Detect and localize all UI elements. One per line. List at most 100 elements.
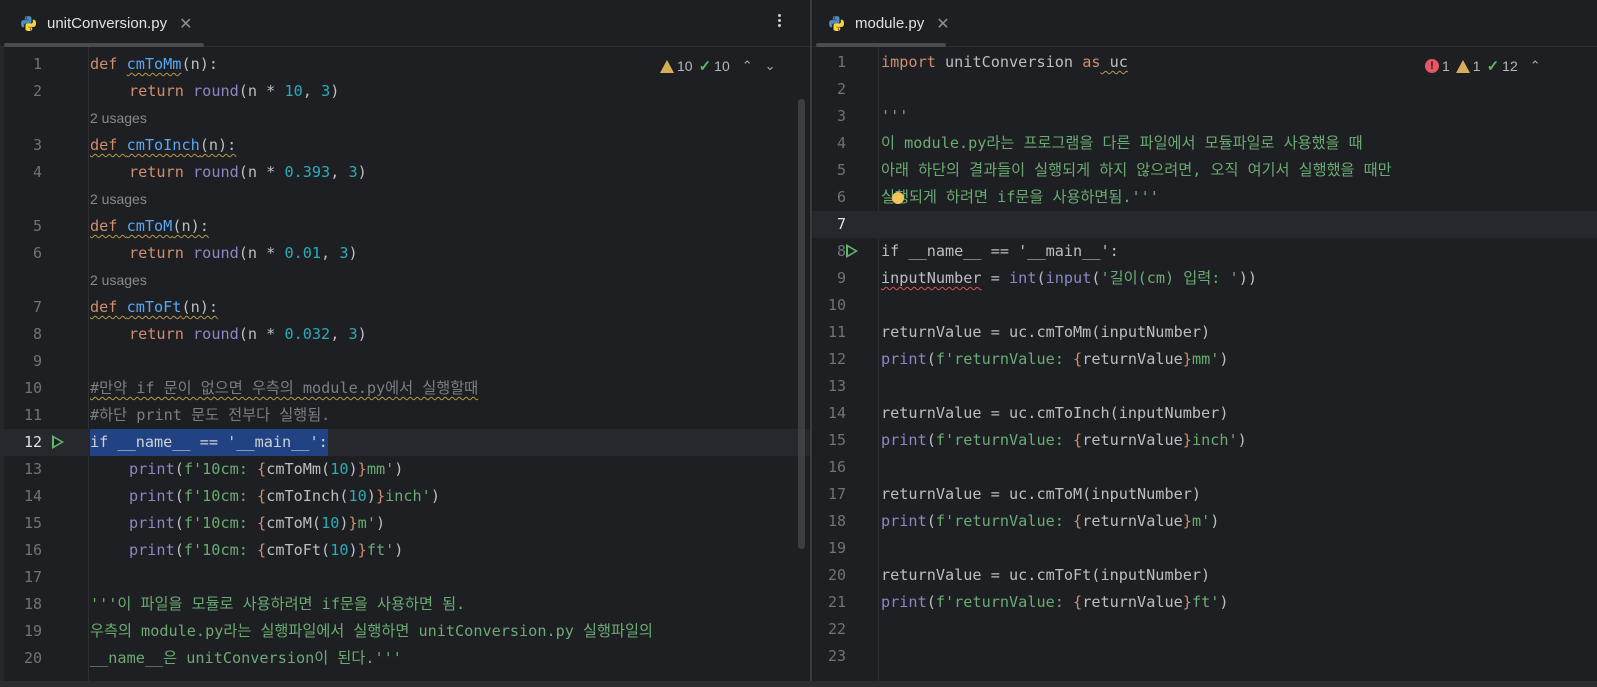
line-number: 2 <box>836 80 846 98</box>
code-text: import unitConversion as uc <box>881 53 1128 71</box>
code-line: 16 <box>812 454 1597 481</box>
code-line: 4 return round(n * 0.393, 3) <box>0 159 810 186</box>
usages-hint[interactable]: 2 usages <box>0 105 810 132</box>
code-line: 22 <box>812 616 1597 643</box>
code-line: 9 <box>0 348 810 375</box>
usages-label[interactable]: 2 usages <box>90 105 147 132</box>
comment-text: #하단 print 문도 전부다 실행됨. <box>90 406 331 424</box>
line-number: 22 <box>827 620 846 638</box>
code-line: 17 returnValue = uc.cmToM(inputNumber) <box>812 481 1597 508</box>
line-number: 13 <box>23 460 42 478</box>
left-editor[interactable]: 10 ✓ 10 ⌃ ⌄ 1 def cmToMm(n): 2 return rou… <box>0 47 810 687</box>
python-file-icon <box>829 16 844 31</box>
line-number: 8 <box>836 242 846 260</box>
code-line: 1 def cmToMm(n): <box>0 51 810 78</box>
python-file-icon <box>21 16 36 31</box>
code-line: 17 <box>0 564 810 591</box>
line-number: 4 <box>836 134 846 152</box>
line-number: 4 <box>32 163 42 181</box>
code-line: 5 def cmToM(n): <box>0 213 810 240</box>
line-number: 7 <box>32 298 42 316</box>
tab-module[interactable]: module.py ✕ <box>812 0 950 47</box>
line-number: 13 <box>827 377 846 395</box>
tab-label: unitConversion.py <box>47 15 168 32</box>
right-tab-bar: module.py ✕ <box>812 0 1597 47</box>
line-number: 20 <box>23 649 42 667</box>
code-line: 3 def cmToInch(n): <box>0 132 810 159</box>
line-number: 5 <box>32 217 42 235</box>
selected-code: if __name__ == '__main__': <box>90 429 328 456</box>
line-number: 3 <box>32 136 42 154</box>
code-line: 2 return round(n * 10, 3) <box>0 78 810 105</box>
line-number: 21 <box>827 593 846 611</box>
line-number: 15 <box>23 514 42 532</box>
line-number: 10 <box>23 379 42 397</box>
line-number: 10 <box>827 296 846 314</box>
code-text: print(f'returnValue: {returnValue}mm') <box>881 350 1229 368</box>
close-icon[interactable]: ✕ <box>936 14 949 34</box>
lightbulb-icon[interactable] <box>892 192 904 204</box>
run-icon[interactable] <box>846 244 858 258</box>
line-number: 11 <box>827 323 846 341</box>
code-line: 2 <box>812 76 1597 103</box>
line-number: 3 <box>836 107 846 125</box>
code-line: 11 #하단 print 문도 전부다 실행됨. <box>0 402 810 429</box>
left-editor-pane: unitConversion.py ✕ 10 ✓ 10 ⌃ ⌄ 1 def cmT… <box>0 0 810 687</box>
code-line: 15 print(f'10cm: {cmToM(10)}m') <box>0 510 810 537</box>
code-text: print(f'10cm: {cmToFt(10)}ft') <box>129 541 404 559</box>
code-line: 10 #만약 if 문이 없으면 우측의 module.py에서 실행할때 <box>0 375 810 402</box>
usages-label[interactable]: 2 usages <box>90 186 147 213</box>
code-line: 13 print(f'10cm: {cmToMm(10)}mm') <box>0 456 810 483</box>
docstring-text: 우측의 module.py라는 실행파일에서 실행하면 unitConversi… <box>90 622 653 640</box>
docstring-text: __name__은 unitConversion이 된다.''' <box>90 649 402 667</box>
line-number: 9 <box>836 269 846 287</box>
code-line: 13 <box>812 373 1597 400</box>
code-line: 19 <box>812 535 1597 562</box>
code-text: def cmToInch(n): <box>90 136 237 154</box>
usages-hint[interactable]: 2 usages <box>0 186 810 213</box>
code-line: 15 print(f'returnValue: {returnValue}inc… <box>812 427 1597 454</box>
code-text: return round(n * 0.01, 3) <box>129 244 358 262</box>
line-number: 20 <box>827 566 846 584</box>
code-text: inputNumber = int(input('길이(cm) 입력: ')) <box>881 269 1257 287</box>
line-number: 18 <box>23 595 42 613</box>
code-line: 18 '''이 파일을 모듈로 사용하려면 if문을 사용하면 됨. <box>0 591 810 618</box>
code-text: print(f'10cm: {cmToInch(10)}inch') <box>129 487 440 505</box>
code-line: 4 이 module.py라는 프로그램을 다른 파일에서 모듈파일로 사용했을… <box>812 130 1597 157</box>
right-editor[interactable]: ! 1 1 ✓ 12 ⌃ 1 import unitConversion as uc… <box>812 47 1597 687</box>
line-number: 19 <box>23 622 42 640</box>
code-line: 14 returnValue = uc.cmToInch(inputNumber… <box>812 400 1597 427</box>
code-text: returnValue = uc.cmToInch(inputNumber) <box>881 404 1229 422</box>
code-text: if __name__ == '__main__': <box>881 242 1119 260</box>
usages-label[interactable]: 2 usages <box>90 267 147 294</box>
run-icon[interactable] <box>52 435 64 449</box>
usages-hint[interactable]: 2 usages <box>0 267 810 294</box>
code-line: 5 아래 하단의 결과들이 실행되게 하지 않으려면, 오직 여기서 실행했을 … <box>812 157 1597 184</box>
code-line: 14 print(f'10cm: {cmToInch(10)}inch') <box>0 483 810 510</box>
code-line: 19 우측의 module.py라는 실행파일에서 실행하면 unitConve… <box>0 618 810 645</box>
line-number: 1 <box>836 53 846 71</box>
tab-unitconversion[interactable]: unitConversion.py ✕ <box>4 0 192 47</box>
docstring-text: ''' <box>881 107 909 125</box>
code-text: returnValue = uc.cmToMm(inputNumber) <box>881 323 1211 341</box>
code-line: 6 실행되게 하려면 if문을 사용하면됨.''' <box>812 184 1597 211</box>
docstring-text: 실행되게 하려면 if문을 사용하면됨.''' <box>881 188 1159 206</box>
code-line: 9 inputNumber = int(input('길이(cm) 입력: ')… <box>812 265 1597 292</box>
code-line: 7 def cmToFt(n): <box>0 294 810 321</box>
line-number: 17 <box>827 485 846 503</box>
right-editor-pane: module.py ✕ ! 1 1 ✓ 12 ⌃ 1 import unitConv… <box>812 0 1597 687</box>
status-strip <box>0 681 1597 687</box>
close-icon[interactable]: ✕ <box>179 14 192 34</box>
code-text: return round(n * 0.393, 3) <box>129 163 367 181</box>
code-line: 12 print(f'returnValue: {returnValue}mm'… <box>812 346 1597 373</box>
docstring-text: 아래 하단의 결과들이 실행되게 하지 않으려면, 오직 여기서 실행했을 때만 <box>881 161 1392 179</box>
code-line: 21 print(f'returnValue: {returnValue}ft'… <box>812 589 1597 616</box>
more-actions-icon[interactable] <box>776 12 782 29</box>
line-number: 16 <box>23 541 42 559</box>
line-number: 9 <box>32 352 42 370</box>
code-text: print(f'10cm: {cmToMm(10)}mm') <box>129 460 404 478</box>
vertical-scrollbar[interactable] <box>798 99 805 549</box>
line-number: 1 <box>32 55 42 73</box>
code-text: print(f'returnValue: {returnValue}m') <box>881 512 1220 530</box>
code-line: 18 print(f'returnValue: {returnValue}m') <box>812 508 1597 535</box>
